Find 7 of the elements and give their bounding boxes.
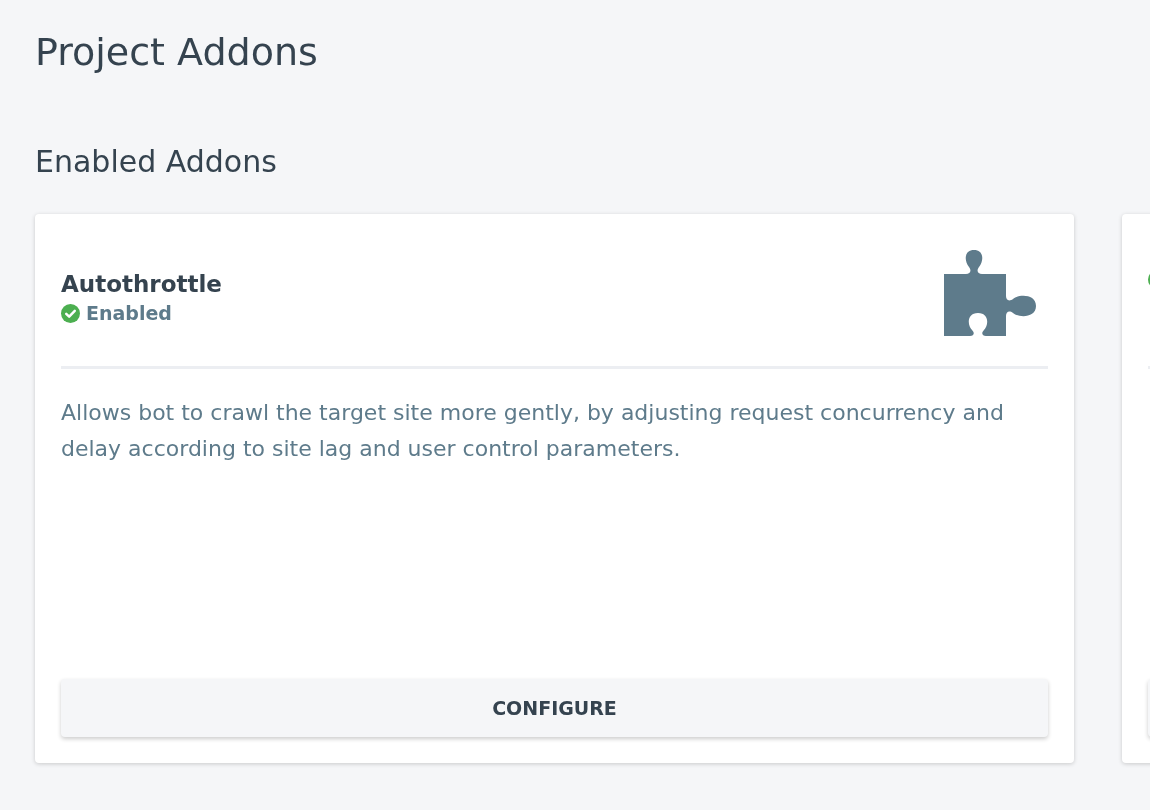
configure-button[interactable]: CONFIGURE [61,679,1048,737]
section-title: Enabled Addons [35,143,278,181]
status-label: Enabled [86,302,172,324]
page-title: Project Addons [35,29,319,76]
puzzle-piece-icon [944,250,1038,338]
addon-description: Allows bot to crawl the target site more gently, by adjusting request concurrency and delay according to site lag and user control parameters. [61,399,1005,463]
addon-name: Autothrottle [61,270,222,299]
